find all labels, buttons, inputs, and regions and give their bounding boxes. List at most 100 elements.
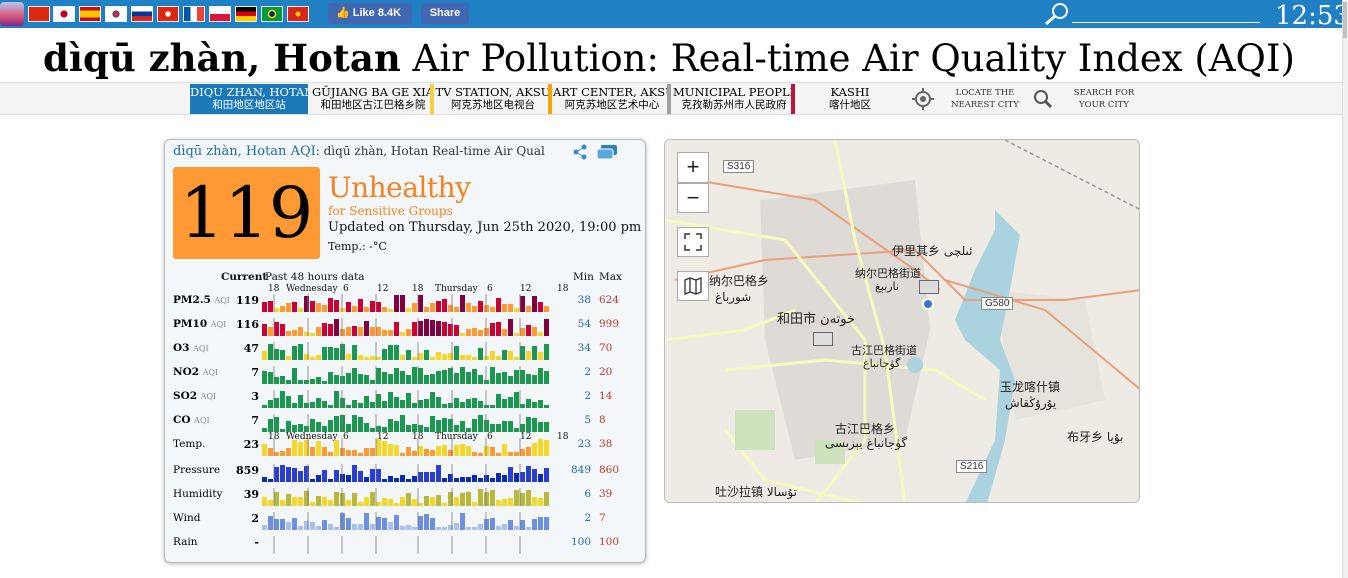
row-label-wind[interactable]: Wind xyxy=(173,512,200,524)
sparkline-chart[interactable] xyxy=(262,388,568,408)
row-label-rain[interactable]: Rain xyxy=(173,536,198,548)
sparkline-bar xyxy=(412,451,417,456)
sparkline-bar xyxy=(520,520,525,530)
nav-station-gujiang[interactable]: GŪJIANG BA GE XIAN 和田地区古江巴格乡院 xyxy=(312,84,434,114)
sparkline-chart[interactable] xyxy=(262,486,568,506)
scrollbar[interactable] xyxy=(1342,0,1348,578)
nav-station-kashi[interactable]: KASHI 喀什地区 xyxy=(795,84,905,114)
sparkline-bar xyxy=(310,479,315,482)
sparkline-bar xyxy=(478,489,483,506)
france-flag-icon[interactable] xyxy=(183,6,205,22)
row-label-pm10[interactable]: PM10 AQI xyxy=(173,318,226,330)
sparkline-bar xyxy=(538,302,543,312)
search-icon[interactable] xyxy=(1033,89,1053,109)
sparkline-bar xyxy=(472,452,477,456)
sparkline-bar xyxy=(478,401,483,408)
zoom-out-button[interactable]: − xyxy=(677,183,709,213)
poland-flag-icon[interactable] xyxy=(209,6,231,22)
sparkline-bar xyxy=(454,425,459,432)
sparkline-bar xyxy=(292,468,297,482)
sparkline-bar xyxy=(382,349,387,360)
station-marker-icon[interactable] xyxy=(813,332,833,346)
row-label-humidity[interactable]: Humidity xyxy=(173,488,222,500)
row-label-temp[interactable]: Temp. xyxy=(173,438,205,450)
sparkline-bar xyxy=(526,351,531,360)
sparkline-bar xyxy=(346,354,351,360)
vietnam-flag-icon[interactable] xyxy=(287,6,309,22)
sparkline-chart[interactable] xyxy=(262,364,568,384)
nav-station-diqu-zhan[interactable]: DIQU ZHAN, HOTAN 和田地区地区站 xyxy=(190,84,308,114)
sparkline-chart[interactable] xyxy=(262,340,568,360)
germany-flag-icon[interactable] xyxy=(235,6,257,22)
row-max-value: 7 xyxy=(599,512,606,524)
sparkline-chart[interactable] xyxy=(262,292,568,312)
row-label-pressure[interactable]: Pressure xyxy=(173,464,220,476)
sparkline-bar xyxy=(442,370,447,384)
sparkline-bar xyxy=(430,374,435,384)
station-pin-icon[interactable] xyxy=(922,298,934,310)
sparkline-bar xyxy=(376,357,381,360)
hongkong-flag-icon[interactable] xyxy=(157,6,179,22)
sparkline-bar xyxy=(376,426,381,432)
sparkline-bar xyxy=(382,427,387,432)
sparkline-bar xyxy=(358,374,363,384)
map-label: 古江巴格街道 xyxy=(851,344,917,357)
sparkline-bar xyxy=(424,319,429,336)
nav-station-art-aksu[interactable]: ART CENTER, AKSU 阿克苏地区艺术中心 xyxy=(553,84,671,114)
sparkline-bar xyxy=(424,472,429,482)
sparkline-bar xyxy=(298,380,303,384)
map-label: گۈجانباغ xyxy=(863,357,901,370)
russia-flag-icon[interactable] xyxy=(131,6,153,22)
map-layers-button[interactable] xyxy=(677,271,709,301)
station-marker-icon[interactable] xyxy=(919,280,939,294)
sparkline-chart[interactable] xyxy=(262,462,568,482)
sparkline-bar xyxy=(436,321,441,336)
sparkline-bar xyxy=(280,324,285,336)
nav-station-municipal[interactable]: MUNICIPAL PEOPLE 克孜勒苏州市人民政府 xyxy=(673,84,795,114)
sparkline-chart[interactable] xyxy=(262,534,568,554)
fullscreen-button[interactable] xyxy=(677,227,709,257)
locate-nearest-city-button[interactable]: LOCATE THE NEAREST CITY xyxy=(938,84,1032,114)
row-label-pm25[interactable]: PM2.5 AQI xyxy=(173,294,230,306)
korea-flag-icon[interactable] xyxy=(105,6,127,22)
sparkline-bar xyxy=(388,522,393,530)
locate-icon[interactable] xyxy=(911,87,935,111)
facebook-like-button[interactable]: 👍 Like 8.4K xyxy=(328,3,412,24)
share-icon[interactable] xyxy=(572,144,588,160)
sparkline-bar xyxy=(274,519,279,530)
row-label-no2[interactable]: NO2 AQI xyxy=(173,366,218,378)
map-panel[interactable]: + − S316 G580 S216 伊里其乡 ئىلچى 纳尔巴格街道 نار… xyxy=(664,139,1140,503)
sparkline-bar xyxy=(514,428,519,432)
scrollbar-thumb[interactable] xyxy=(1343,2,1347,38)
sparkline-bar xyxy=(502,475,507,482)
brazil-flag-icon[interactable] xyxy=(261,6,283,22)
site-logo-icon[interactable] xyxy=(0,2,24,26)
search-icon[interactable] xyxy=(1042,2,1072,26)
sparkline-bar xyxy=(298,497,303,506)
facebook-share-button[interactable]: Share xyxy=(421,3,469,24)
sparkline-bar xyxy=(436,465,441,482)
sparkline-chart[interactable] xyxy=(262,510,568,530)
sparkline-chart[interactable] xyxy=(262,436,568,456)
search-city-button[interactable]: SEARCH FOR YOUR CITY xyxy=(1058,84,1150,114)
search-input[interactable] xyxy=(1072,22,1260,23)
row-max-value: 39 xyxy=(599,488,613,500)
sparkline-bar xyxy=(430,497,435,506)
row-label-co[interactable]: CO AQI xyxy=(173,414,210,426)
china-flag-icon[interactable] xyxy=(28,6,50,22)
sparkline-chart[interactable] xyxy=(262,412,568,432)
sparkline-bar xyxy=(262,405,267,408)
sparkline-bar xyxy=(436,352,441,360)
japan-flag-icon[interactable] xyxy=(53,6,75,22)
sparkline-bar xyxy=(490,405,495,408)
sparkline-bar xyxy=(364,497,369,506)
sparkline-bar xyxy=(424,427,429,432)
sparkline-chart[interactable] xyxy=(262,316,568,336)
station-name[interactable]: dìqū zhàn, Hotan xyxy=(173,144,286,159)
windows-icon[interactable] xyxy=(596,144,618,160)
spain-flag-icon[interactable] xyxy=(79,6,101,22)
zoom-in-button[interactable]: + xyxy=(677,152,709,183)
row-label-o3[interactable]: O3 AQI xyxy=(173,342,209,354)
nav-station-tv-aksu[interactable]: TV STATION, AKSU 阿克苏地区电视台 xyxy=(434,84,552,114)
row-label-so2[interactable]: SO2 AQI xyxy=(173,390,216,402)
